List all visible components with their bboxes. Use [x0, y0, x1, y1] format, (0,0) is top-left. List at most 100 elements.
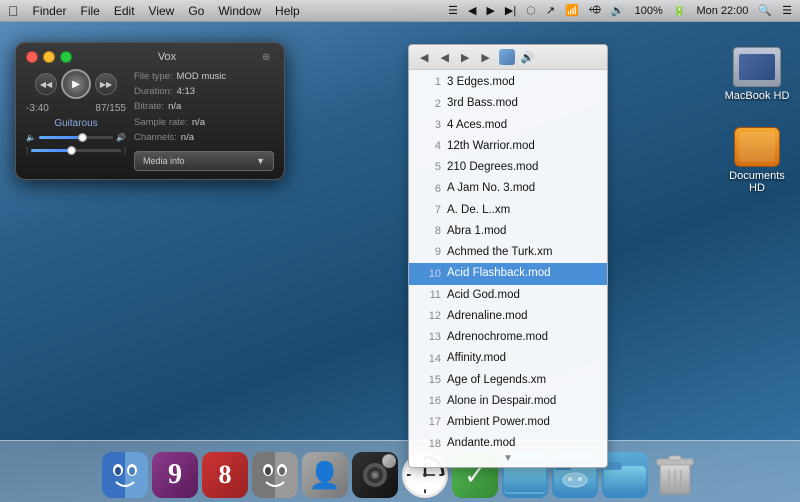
- dd-right2-btn[interactable]: ▶: [478, 50, 492, 65]
- vox-expand-btn[interactable]: ⊕: [262, 52, 274, 63]
- transport-row: ◀◀ ▶ ▶▶: [35, 69, 117, 99]
- dd-item[interactable]: 5210 Degrees.mod: [409, 157, 607, 178]
- wifi-icon[interactable]: 📶: [565, 4, 579, 17]
- dd-item-num: 12: [419, 308, 441, 325]
- dock-item-trash[interactable]: [652, 452, 698, 498]
- dock-item-num8[interactable]: 8: [202, 452, 248, 498]
- menu-share-icon[interactable]: ↗: [546, 4, 555, 17]
- desktop-icon-documents-hd[interactable]: Documents HD: [722, 127, 792, 194]
- dd-item[interactable]: 14Affinity.mod: [409, 348, 607, 369]
- dd-right-btn[interactable]: ▶: [458, 50, 472, 65]
- maximize-button[interactable]: [60, 51, 72, 63]
- battery-percent: 100%: [635, 5, 663, 17]
- dock-item-finder2[interactable]: [252, 452, 298, 498]
- dd-item-num: 13: [419, 329, 441, 346]
- dd-item-name: Adrenaline.mod: [447, 308, 528, 325]
- folder3-icon: [602, 452, 648, 498]
- dd-item[interactable]: 12 Adrenaline.mod: [409, 306, 607, 327]
- dd-item[interactable]: 13 Edges.mod: [409, 72, 607, 93]
- apple-menu[interactable]: : [8, 3, 19, 19]
- dd-list[interactable]: 13 Edges.mod23rd Bass.mod34 Aces.mod 4 12t…: [409, 70, 607, 450]
- menubar-right: ☰ ◀ ▶ ▶| ⬡ ↗ 📶 ⬲ 🔊 100% 🔋 Mon 22:00 🔍 ☰: [448, 4, 792, 17]
- dock-item-system[interactable]: 👤: [302, 452, 348, 498]
- trash-icon: [655, 452, 695, 498]
- fast-forward-button[interactable]: ▶▶: [95, 73, 117, 95]
- window-controls: [26, 51, 72, 63]
- volume-row: 🔈 🔊: [26, 133, 126, 142]
- dock: 9 8 👤: [0, 440, 800, 502]
- dock-item-num9[interactable]: 9: [152, 452, 198, 498]
- menu-edit[interactable]: Edit: [114, 4, 135, 18]
- minimize-button[interactable]: [43, 51, 55, 63]
- eq-slider[interactable]: [31, 149, 121, 152]
- menu-extra-icon[interactable]: ☰: [782, 4, 792, 17]
- search-icon[interactable]: 🔍: [758, 4, 772, 17]
- dd-item[interactable]: 15Age of Legends.xm: [409, 370, 607, 391]
- menu-window[interactable]: Window: [218, 4, 261, 18]
- dd-item[interactable]: 16Alone in Despair.mod: [409, 391, 607, 412]
- media-info-arrow: ▼: [256, 154, 265, 168]
- bitrate-label: Bitrate:: [134, 99, 164, 114]
- bluetooth-icon[interactable]: ⬲: [589, 4, 601, 17]
- dd-item-num: 14: [419, 351, 441, 368]
- dd-item[interactable]: 13 Adrenochrome.mod: [409, 327, 607, 348]
- dd-item[interactable]: 6A Jam No. 3.mod: [409, 178, 607, 199]
- dd-item-name: Adrenochrome.mod: [447, 329, 548, 346]
- dd-item-name: Ambient Power.mod: [447, 414, 550, 431]
- dd-item-num: 8: [419, 223, 441, 240]
- dock-item-folder3[interactable]: [602, 452, 648, 498]
- volume-slider[interactable]: [39, 136, 113, 139]
- dd-icon2: 🔊: [521, 51, 535, 64]
- channels-label: Channels:: [134, 130, 177, 145]
- menu-list-icon[interactable]: ☰: [448, 4, 458, 17]
- dd-item-num: 5: [419, 159, 441, 176]
- dd-item-num: 4: [419, 138, 441, 155]
- dd-item[interactable]: 10Acid Flashback.mod: [409, 263, 607, 284]
- menu-next-icon[interactable]: ▶: [486, 4, 494, 17]
- battery-icon: 🔋: [673, 4, 687, 17]
- rewind-button[interactable]: ◀◀: [35, 73, 57, 95]
- menu-file[interactable]: File: [81, 4, 100, 18]
- menu-view[interactable]: View: [149, 4, 175, 18]
- menu-play-icon[interactable]: ▶|: [505, 4, 516, 17]
- dd-item[interactable]: 18Andante.mod: [409, 433, 607, 450]
- menu-help[interactable]: Help: [275, 4, 300, 18]
- vol-high-icon: 🔊: [116, 133, 126, 142]
- volume-icon[interactable]: 🔊: [611, 4, 625, 17]
- vol-low-icon: 🔈: [26, 133, 36, 142]
- dock-item-speaker[interactable]: [352, 452, 398, 498]
- menu-prev-icon[interactable]: ◀: [468, 4, 476, 17]
- menubar-left:  Finder File Edit View Go Window Help: [8, 3, 300, 19]
- dd-item-num: 6: [419, 181, 441, 198]
- dd-item[interactable]: 7A. De. L..xm: [409, 200, 607, 221]
- dd-item[interactable]: 9Achmed the Turk.xm: [409, 242, 607, 263]
- eq-knob[interactable]: [67, 146, 76, 155]
- dd-item[interactable]: 34 Aces.mod: [409, 115, 607, 136]
- dd-item-name: Acid Flashback.mod: [447, 265, 551, 282]
- volume-knob[interactable]: [78, 133, 87, 142]
- close-button[interactable]: [26, 51, 38, 63]
- dd-item-num: 9: [419, 244, 441, 261]
- media-info-label: Media info: [143, 154, 185, 168]
- info-samplerate: Sample rate: n/a: [134, 115, 274, 130]
- play-button[interactable]: ▶: [61, 69, 91, 99]
- dd-item[interactable]: 17Ambient Power.mod: [409, 412, 607, 433]
- duration-label: Duration:: [134, 84, 173, 99]
- dd-item[interactable]: 8Abra 1.mod: [409, 221, 607, 242]
- media-info-button[interactable]: Media info ▼: [134, 151, 274, 171]
- desktop-icon-macbook-hd[interactable]: MacBook HD: [722, 47, 792, 102]
- dd-item[interactable]: 4 12th Warrior.mod: [409, 136, 607, 157]
- vox-titlebar: Vox ⊕: [26, 51, 274, 63]
- dd-left2-btn[interactable]: ◀: [437, 50, 451, 65]
- dd-item-name: A. De. L..xm: [447, 202, 510, 219]
- clock-time: Mon 22:00: [696, 5, 748, 17]
- finder2-icon: [252, 452, 298, 498]
- menu-finder[interactable]: Finder: [33, 4, 67, 18]
- dd-item-name: Acid God.mod: [447, 287, 520, 304]
- dd-item[interactable]: 23rd Bass.mod: [409, 93, 607, 114]
- dd-item-name: 12th Warrior.mod: [447, 138, 535, 155]
- menu-go[interactable]: Go: [188, 4, 204, 18]
- dd-left-btn[interactable]: ◀: [417, 50, 431, 65]
- dock-item-finder[interactable]: [102, 452, 148, 498]
- dd-item[interactable]: 11Acid God.mod: [409, 285, 607, 306]
